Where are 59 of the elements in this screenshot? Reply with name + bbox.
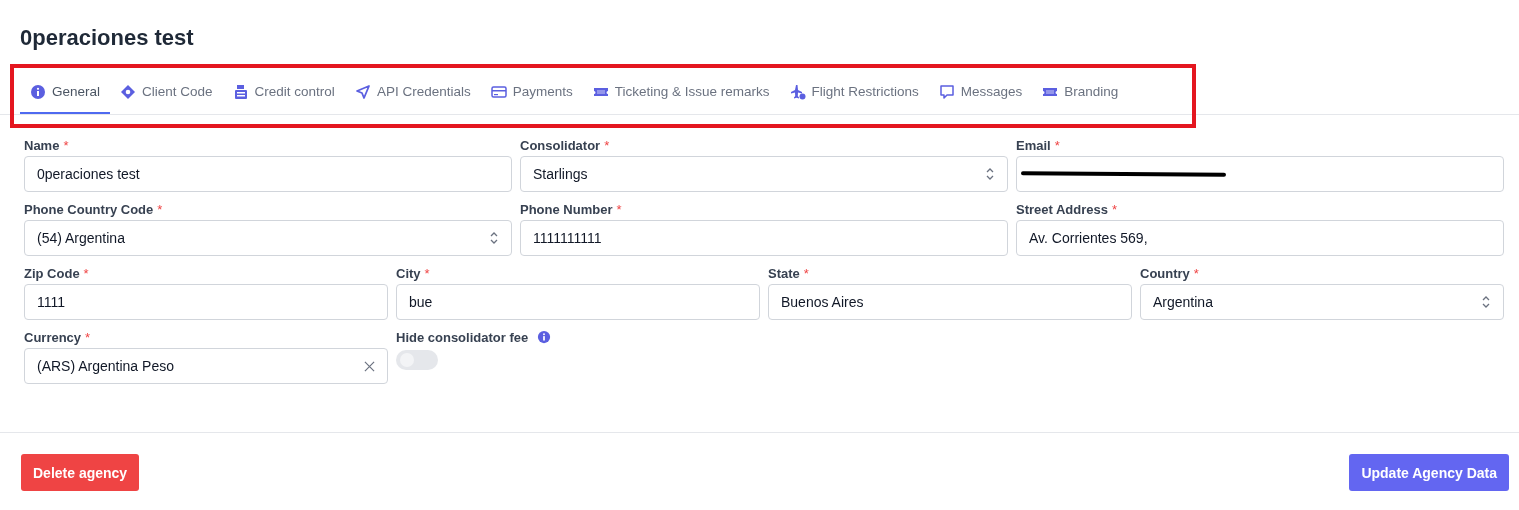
tab[interactable]: Messages bbox=[928, 71, 1033, 114]
cash-register-icon bbox=[232, 83, 249, 100]
select-field[interactable]: Starlings bbox=[520, 156, 1008, 192]
required-mark: * bbox=[83, 265, 89, 281]
field-label: Phone Country Code bbox=[24, 201, 154, 217]
tab[interactable]: Client Code bbox=[110, 71, 223, 114]
input-field[interactable]: 1111111111 bbox=[520, 220, 1008, 256]
chat-icon bbox=[938, 83, 955, 100]
tab[interactable]: Branding bbox=[1032, 71, 1129, 114]
chevron-icon bbox=[489, 231, 499, 245]
delete-button[interactable]: Delete agency bbox=[21, 454, 140, 491]
field-label: Zip Code bbox=[24, 265, 80, 281]
diamond-icon bbox=[120, 83, 137, 100]
input-field[interactable]: 1111 bbox=[24, 284, 388, 320]
required-mark: * bbox=[85, 329, 91, 345]
tab[interactable]: Credit control bbox=[222, 71, 345, 114]
required-mark: * bbox=[424, 265, 430, 281]
field-label: Hide consolidator fee bbox=[396, 329, 529, 345]
field-label: Name bbox=[24, 137, 60, 153]
required-mark: * bbox=[1193, 265, 1199, 281]
info-icon bbox=[537, 330, 552, 344]
toggle-switch[interactable] bbox=[396, 350, 438, 370]
tab[interactable]: General bbox=[20, 71, 111, 114]
chevron-icon bbox=[985, 167, 995, 181]
select-field[interactable]: (54) Argentina bbox=[24, 220, 512, 256]
tab[interactable]: Ticketing & Issue remarks bbox=[582, 71, 780, 114]
field-label: City bbox=[396, 265, 421, 281]
required-mark: * bbox=[616, 201, 622, 217]
send-icon bbox=[354, 83, 371, 100]
input-field[interactable] bbox=[1016, 156, 1504, 192]
field-label: Email bbox=[1016, 137, 1051, 153]
tab[interactable]: Flight Restrictions bbox=[779, 71, 929, 114]
tab[interactable]: API Credentials bbox=[344, 71, 481, 114]
input-field[interactable]: Buenos Aires bbox=[768, 284, 1132, 320]
update-button[interactable]: Update Agency Data bbox=[1349, 454, 1509, 491]
card-icon bbox=[490, 83, 507, 100]
required-mark: * bbox=[1054, 137, 1060, 153]
page-title: 0peraciones test bbox=[19, 24, 195, 52]
field-label: Consolidator bbox=[520, 137, 601, 153]
info-icon bbox=[30, 83, 46, 100]
select-field[interactable]: (ARS) Argentina Peso bbox=[24, 348, 388, 384]
required-mark: * bbox=[157, 201, 163, 217]
field-label: Phone Number bbox=[520, 201, 613, 217]
field-label: Street Address bbox=[1016, 201, 1108, 217]
required-mark: * bbox=[604, 137, 610, 153]
input-field[interactable]: bue bbox=[396, 284, 760, 320]
field-label: Currency bbox=[24, 329, 82, 345]
required-mark: * bbox=[803, 265, 809, 281]
field-label: Country bbox=[1140, 265, 1190, 281]
input-field[interactable]: Av. Corrientes 569, bbox=[1016, 220, 1504, 256]
input-field[interactable]: 0peraciones test bbox=[24, 156, 512, 192]
clear-icon[interactable] bbox=[364, 360, 375, 372]
field-label: State bbox=[768, 265, 800, 281]
chevron-icon bbox=[1481, 295, 1491, 309]
tab[interactable]: Payments bbox=[480, 71, 583, 114]
select-field[interactable]: Argentina bbox=[1140, 284, 1504, 320]
required-mark: * bbox=[1112, 201, 1118, 217]
required-mark: * bbox=[63, 137, 69, 153]
plane-icon bbox=[789, 83, 806, 100]
